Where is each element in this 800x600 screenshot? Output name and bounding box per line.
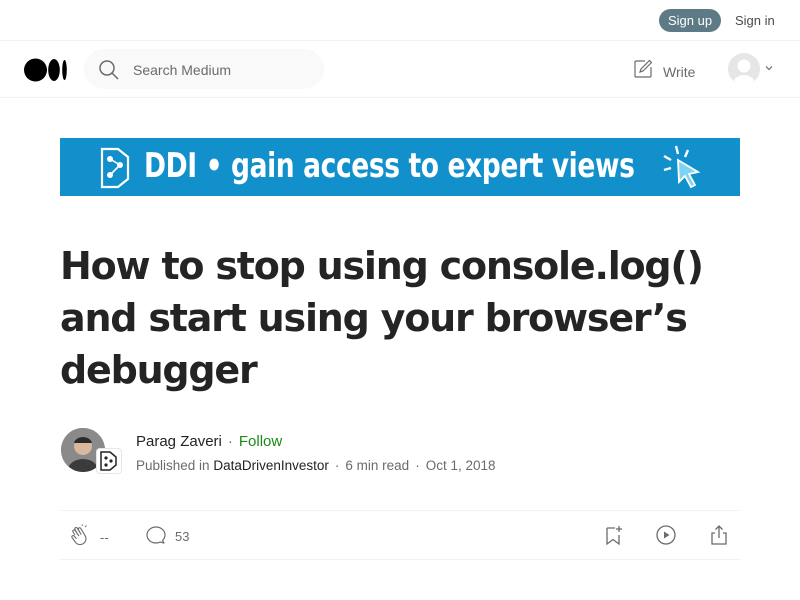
share-button[interactable] bbox=[708, 524, 730, 549]
author-name[interactable]: Parag Zaveri bbox=[136, 433, 222, 450]
banner-text: DDI • gain access to expert views bbox=[144, 146, 635, 186]
ddi-banner[interactable]: DDI • gain access to expert views bbox=[60, 138, 740, 196]
write-icon bbox=[632, 58, 654, 85]
separator: · bbox=[227, 433, 233, 450]
share-icon bbox=[708, 524, 730, 549]
listen-button[interactable] bbox=[655, 524, 677, 549]
write-button[interactable]: Write bbox=[632, 58, 695, 85]
user-avatar-icon bbox=[728, 53, 760, 85]
cursor-click-icon bbox=[658, 142, 708, 196]
article-action-bar: -- 53 bbox=[60, 510, 740, 560]
search-box[interactable] bbox=[84, 49, 324, 89]
response-count: 53 bbox=[175, 529, 190, 544]
follow-button[interactable]: Follow bbox=[239, 433, 282, 450]
write-label: Write bbox=[663, 63, 696, 80]
responses-button[interactable]: 53 bbox=[145, 524, 189, 549]
separator: · bbox=[415, 458, 420, 473]
clap-button[interactable]: -- bbox=[68, 524, 109, 551]
site-header: Write bbox=[0, 41, 800, 98]
publication-badge-icon[interactable] bbox=[97, 449, 121, 473]
author-line: Parag Zaveri · Follow bbox=[136, 433, 282, 450]
medium-logo-icon[interactable] bbox=[24, 58, 68, 87]
signup-button[interactable]: Sign up bbox=[659, 9, 721, 32]
clap-icon bbox=[68, 524, 92, 551]
comment-icon bbox=[145, 524, 167, 549]
publication-link[interactable]: DataDrivenInvestor bbox=[213, 458, 329, 473]
ddi-logo-icon bbox=[96, 145, 136, 196]
bookmark-button[interactable] bbox=[603, 524, 625, 549]
chevron-down-icon bbox=[764, 60, 774, 78]
signin-link[interactable]: Sign in bbox=[735, 13, 775, 28]
publish-date: Oct 1, 2018 bbox=[425, 458, 496, 473]
bookmark-add-icon bbox=[603, 524, 625, 549]
top-strip: Sign up Sign in bbox=[0, 0, 800, 41]
separator: · bbox=[334, 458, 340, 473]
user-menu-button[interactable] bbox=[728, 53, 774, 85]
article-meta: Published in DataDrivenInvestor · 6 min re… bbox=[136, 458, 495, 473]
search-input[interactable] bbox=[131, 58, 315, 82]
search-icon bbox=[98, 59, 120, 86]
published-in-prefix: Published in bbox=[136, 458, 210, 473]
play-icon bbox=[655, 524, 677, 549]
clap-count: -- bbox=[100, 530, 109, 545]
article-title: How to stop using console.log() and star… bbox=[60, 244, 704, 392]
read-time: 6 min read bbox=[345, 458, 410, 473]
